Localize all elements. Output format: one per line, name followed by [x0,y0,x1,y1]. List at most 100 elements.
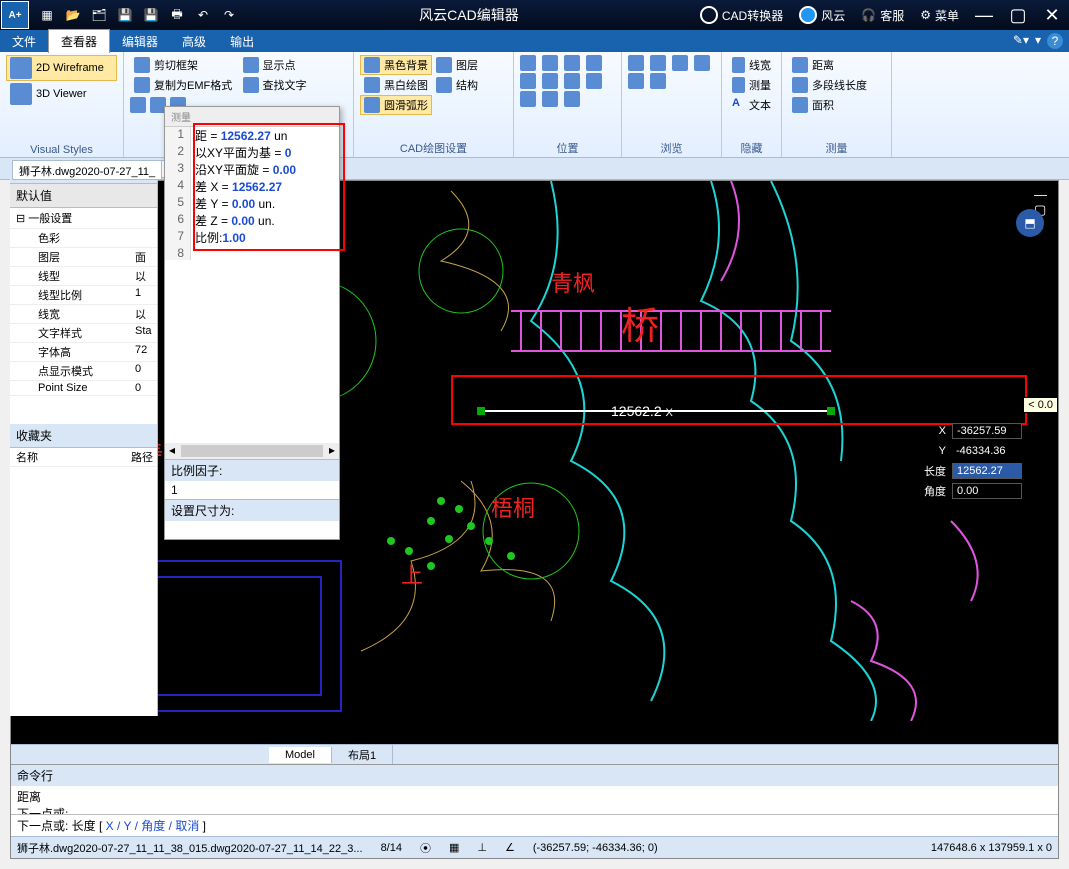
tab-output[interactable]: 输出 [218,30,266,53]
2d-wireframe-button[interactable]: 2D Wireframe [6,55,117,81]
brand-button[interactable]: 风云 [791,6,853,24]
pos-icon-8[interactable] [586,73,602,89]
3d-viewer-button[interactable]: 3D Viewer [6,81,117,107]
hide-label: 隐藏 [728,138,775,156]
label-qiao: 桥 [621,306,659,348]
new-icon[interactable]: ▦ [36,4,58,26]
support-button[interactable]: 🎧客服 [853,7,912,24]
general-section[interactable]: ⊟ 一般设置 [10,208,157,229]
set-size-label: 设置尺寸为: [165,500,339,521]
undo-icon[interactable]: ↶ [192,4,214,26]
title-bar: A+ ▦ 📂 🗂 💾 💾 🖶 ↶ ↷ 风云CAD编辑器 CAD转换器 风云 🎧客… [0,0,1069,30]
nav-5-icon[interactable] [628,73,644,89]
pos-icon-4[interactable] [586,55,602,71]
print-icon[interactable]: 🖶 [166,4,188,26]
pos-icon-3[interactable] [564,55,580,71]
cad-converter-button[interactable]: CAD转换器 [692,6,791,24]
property-row[interactable]: 字体高72 [10,343,157,362]
lineweight-button[interactable]: 线宽 [728,55,775,75]
set-size-input[interactable] [165,521,339,539]
layer-button[interactable]: 图层 [432,55,482,75]
scale-factor-input[interactable]: 1 [165,481,339,499]
pos-icon-5[interactable] [520,73,536,89]
distance-button[interactable]: 距离 [788,55,885,75]
nav-left-icon[interactable] [628,55,644,71]
opt-angle[interactable]: 角度 [141,819,165,833]
edit-icon[interactable]: ✎▾ [1013,33,1029,49]
command-input[interactable]: 下一点或: 长度 [ X / Y / 角度 / 取消 ] [11,814,1058,836]
property-row[interactable]: 线型比例1 [10,286,157,305]
status-toggle-4[interactable]: ∠ [505,841,515,854]
dropdown-icon[interactable]: ▾ [1035,33,1041,49]
maximize-button[interactable]: ▢ [1001,0,1035,30]
measure-button[interactable]: 测量 [728,75,775,95]
property-row[interactable]: 点显示模式0 [10,362,157,381]
tab-editor[interactable]: 编辑器 [110,30,170,53]
redo-icon[interactable]: ↷ [218,4,240,26]
nav-right-icon[interactable] [650,55,666,71]
nav-up-icon[interactable] [672,55,688,71]
dimension-readout: 12562.2 X [611,403,673,419]
length-field[interactable]: 12562.27 [952,463,1022,479]
h-scrollbar[interactable]: ◂▸ [165,443,339,459]
property-row[interactable]: Point Size0 [10,381,157,396]
coord-x-field[interactable]: -36257.59 [952,423,1022,439]
cad-draw-settings-label: CAD绘图设置 [360,138,507,156]
tab-layout1[interactable]: 布局1 [332,745,393,765]
smooth-arc-button[interactable]: 圆滑弧形 [360,95,432,115]
status-toggle-2[interactable]: ▦ [449,841,459,854]
position-label: 位置 [520,138,615,156]
menu-button[interactable]: ⚙菜单 [912,7,967,24]
property-row[interactable]: 文字样式Sta [10,324,157,343]
tab-viewer[interactable]: 查看器 [48,29,110,53]
black-bg-button[interactable]: 黑色背景 [360,55,432,75]
nav-6-icon[interactable] [650,73,666,89]
polyline-length-button[interactable]: 多段线长度 [788,75,885,95]
close-button[interactable]: ✕ [1035,0,1069,30]
nav-down-icon[interactable] [694,55,710,71]
save-icon[interactable]: 💾 [114,4,136,26]
status-toggle-3[interactable]: ⊥ [477,841,487,854]
app-logo: A+ [1,1,29,29]
find-text-button[interactable]: 查找文字 [239,75,348,95]
status-coords: (-36257.59; -46334.36; 0) [533,842,658,854]
area-button[interactable]: 面积 [788,95,885,115]
pos-icon-6[interactable] [542,73,558,89]
pos-icon-7[interactable] [564,73,580,89]
pos-icon-11[interactable] [564,91,580,107]
status-page: 8/14 [381,842,402,854]
pos-icon-9[interactable] [520,91,536,107]
help-icon[interactable]: ? [1047,33,1063,49]
tab-model[interactable]: Model [269,747,332,763]
property-row[interactable]: 图层面 [10,248,157,267]
browse-label: 浏览 [628,138,715,156]
pos-icon-2[interactable] [542,55,558,71]
angle-field[interactable]: 0.00 [952,483,1022,499]
measure-panel[interactable]: 测量 1距 = 12562.27 un2以XY平面为基 = 03沿XY平面旋 =… [164,106,340,540]
tab-advanced[interactable]: 高级 [170,30,218,53]
copy-emf-button[interactable]: 复制为EMF格式 [130,75,239,95]
open-icon[interactable]: 📂 [62,4,84,26]
status-toggle-1[interactable]: ⦿ [420,840,431,856]
text-button[interactable]: A文本 [728,95,775,115]
property-row[interactable]: 线型以 [10,267,157,286]
pos-icon-1[interactable] [520,55,536,71]
struct-button[interactable]: 结构 [432,75,482,95]
show-point-button[interactable]: 显示点 [239,55,348,75]
pos-icon-10[interactable] [542,91,558,107]
minimize-button[interactable]: — [967,0,1001,30]
clip-frame-button[interactable]: 剪切框架 [130,55,239,75]
property-row[interactable]: 线宽以 [10,305,157,324]
emf-icon[interactable] [130,97,146,113]
folder-icon[interactable]: 🗂 [88,4,110,26]
opt-x[interactable]: X [106,819,114,833]
saveas-icon[interactable]: 💾 [140,4,162,26]
opt-cancel[interactable]: 取消 [175,819,199,833]
status-file: 狮子林.dwg2020-07-27_11_11_38_015.dwg2020-0… [17,840,363,856]
doc-tab-1[interactable]: 狮子林.dwg2020-07-27_11_ [12,160,162,180]
status-dims: 147648.6 x 137959.1 x 0 [931,842,1052,854]
viewcube-icon[interactable]: ⬒ [1016,209,1044,237]
bw-draw-button[interactable]: 黑白绘图 [360,75,432,95]
property-row[interactable]: 色彩 [10,229,157,248]
tab-file[interactable]: 文件 [0,30,48,53]
